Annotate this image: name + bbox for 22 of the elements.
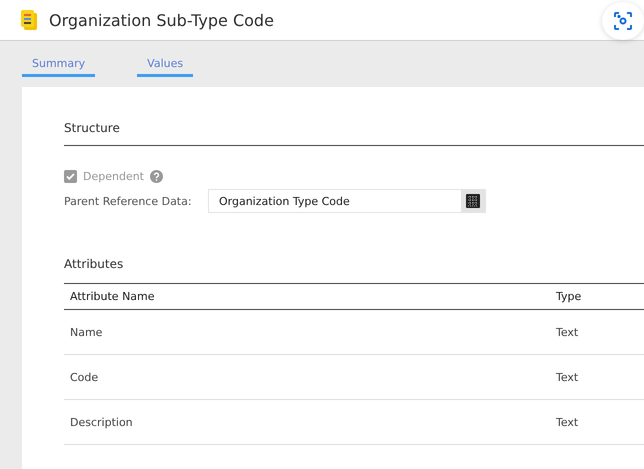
table-cell-text: Name — [69, 326, 104, 338]
column-header: Attribute Name — [69, 290, 156, 303]
section-heading: Structure — [64, 121, 121, 135]
page-title: Organization Sub-Type Code — [49, 10, 274, 30]
document-icon — [21, 10, 37, 30]
camera-scan-icon — [613, 11, 633, 31]
lookup-button[interactable] — [461, 190, 485, 212]
tab[interactable]: Summary — [22, 53, 96, 77]
help-icon[interactable] — [150, 170, 163, 183]
field-label: Parent Reference Data: — [64, 194, 193, 208]
table-cell-text: Text — [555, 416, 580, 428]
table-cell-text: Description — [69, 416, 134, 428]
tab[interactable]: Values — [137, 53, 194, 77]
table-cell-text: Text — [555, 370, 580, 384]
column-header: Type — [555, 290, 582, 303]
section-heading: Attributes — [64, 257, 124, 271]
lens-button[interactable] — [602, 2, 644, 40]
table-cell-text: Code — [69, 370, 100, 384]
grid-icon — [466, 194, 480, 208]
table-cell-text: Text — [555, 326, 580, 338]
parent-reference-field[interactable]: Organization Type Code — [208, 189, 486, 213]
checkbox-label: Dependent — [83, 170, 144, 183]
